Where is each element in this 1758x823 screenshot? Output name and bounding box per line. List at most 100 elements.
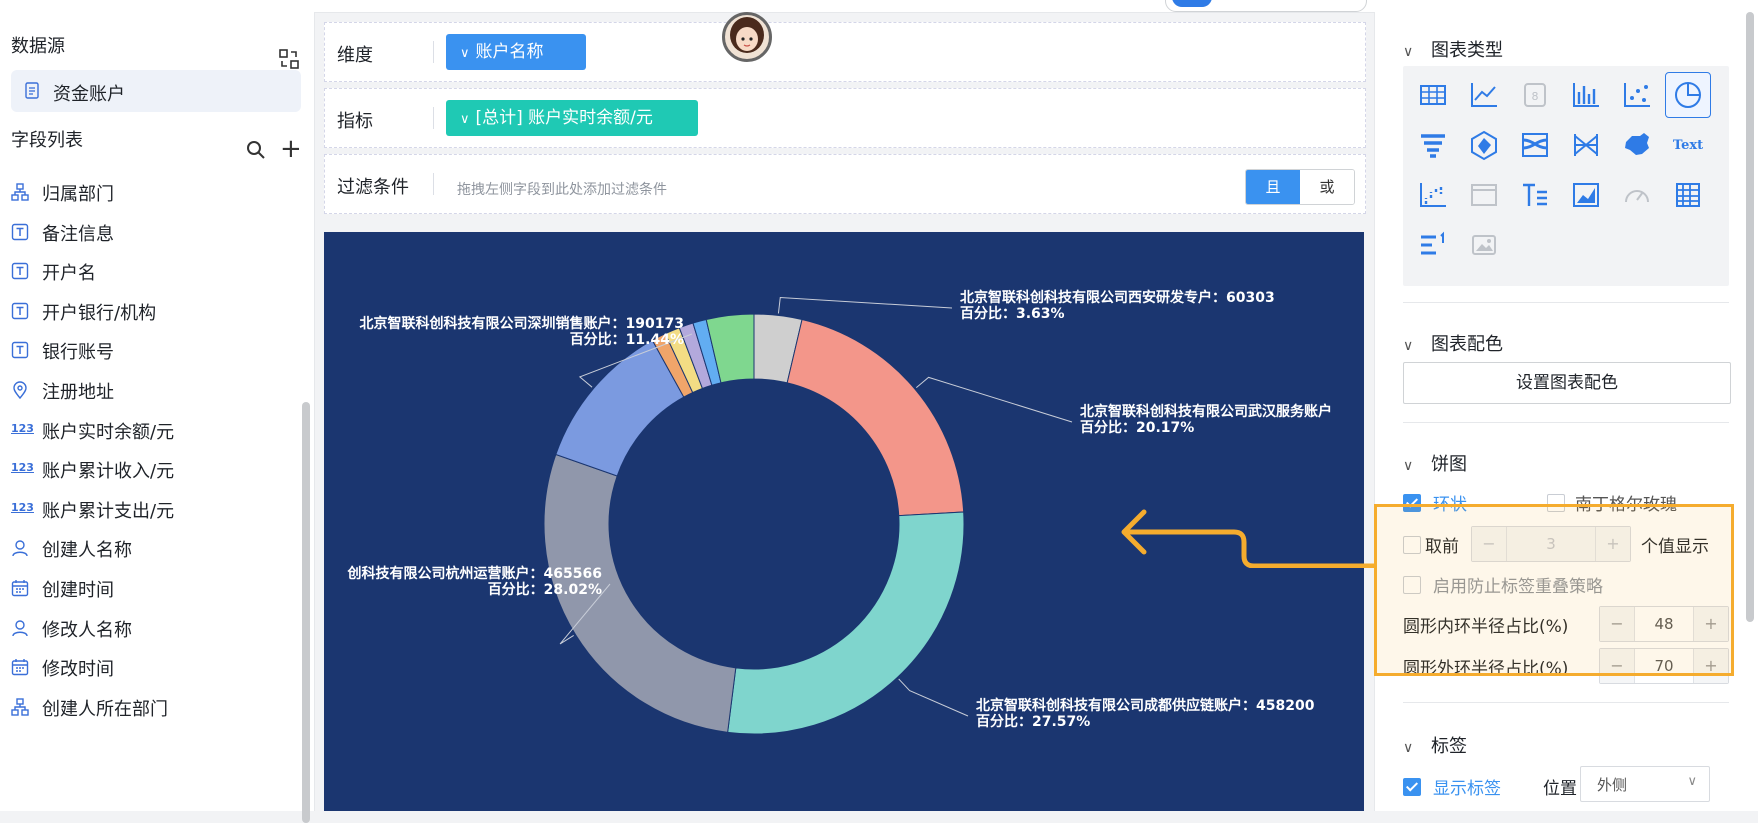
dimension-row[interactable]: 维度 ∨ 账户名称: [324, 22, 1366, 82]
pie-chart-icon[interactable]: [1665, 72, 1711, 118]
and-button[interactable]: 且: [1246, 170, 1300, 204]
document-icon: [25, 82, 39, 99]
set-color-button[interactable]: 设置图表配色: [1403, 362, 1731, 404]
field-item[interactable]: 归属部门: [0, 172, 300, 212]
datasource-item[interactable]: 资金账户: [11, 70, 301, 112]
search-icon[interactable]: [246, 140, 266, 160]
top-n-stepper[interactable]: − 3 +: [1471, 526, 1631, 562]
increase-button[interactable]: +: [1693, 607, 1728, 641]
china-map-icon[interactable]: [1614, 122, 1660, 168]
dimension-pill[interactable]: ∨ 账户名称: [446, 34, 586, 70]
chart-color-section[interactable]: ∨ 图表配色: [1403, 330, 1503, 356]
chart-type-glyph: [1522, 133, 1548, 157]
field-item-label: 开户银行/机构: [42, 302, 157, 324]
increase-button[interactable]: +: [1595, 527, 1630, 561]
radar-icon[interactable]: [1461, 122, 1507, 168]
indicator-icon[interactable]: 8: [1512, 72, 1558, 118]
filter-row[interactable]: 过滤条件 拖拽左侧字段到此处添加过滤条件 且 或: [324, 154, 1366, 214]
scatter-icon[interactable]: [1614, 72, 1660, 118]
html-icon[interactable]: [1461, 172, 1507, 218]
add-field-icon[interactable]: +: [280, 136, 302, 162]
outer-radius-stepper[interactable]: − 70 +: [1599, 648, 1729, 684]
field-item-label: 账户累计支出/元: [42, 500, 175, 522]
datasource-item-label: 资金账户: [53, 84, 125, 105]
switch-datasource-icon[interactable]: [278, 48, 300, 70]
pivot-table-icon[interactable]: [1665, 172, 1711, 218]
field-item[interactable]: 创建时间: [0, 568, 300, 608]
field-item[interactable]: 修改人名称: [0, 608, 300, 648]
relation-icon[interactable]: [1563, 122, 1609, 168]
pie-slice[interactable]: [786, 318, 965, 517]
field-item[interactable]: 开户银行/机构: [0, 291, 300, 331]
tag-section[interactable]: ∨ 标签: [1403, 732, 1467, 758]
area-icon[interactable]: [1563, 172, 1609, 218]
location-icon: [11, 381, 29, 400]
decrease-button[interactable]: −: [1600, 649, 1635, 683]
dimension-label: 维度: [337, 45, 373, 66]
ranking-icon[interactable]: [1410, 222, 1456, 268]
field-item-label: 账户累计收入/元: [42, 461, 175, 483]
anti-overlap-checkbox[interactable]: [1403, 576, 1421, 594]
funnel-icon[interactable]: [1410, 122, 1456, 168]
field-item[interactable]: 创建人所在部门: [0, 687, 300, 727]
number-icon: 123: [11, 500, 34, 514]
decrease-button[interactable]: −: [1600, 607, 1635, 641]
bar-chart-icon[interactable]: [1563, 72, 1609, 118]
anti-overlap-label: 启用防止标签重叠策略: [1433, 577, 1603, 597]
field-item-label: 注册地址: [42, 382, 114, 403]
field-item[interactable]: 123 账户累计支出/元: [0, 489, 300, 529]
field-item[interactable]: 创建人名称: [0, 528, 300, 568]
table-icon[interactable]: [1410, 72, 1456, 118]
chart-type-glyph: [1625, 190, 1649, 203]
field-item[interactable]: 备注信息: [0, 212, 300, 252]
gauge-icon[interactable]: [1614, 172, 1660, 218]
field-item[interactable]: 123 账户累计收入/元: [0, 449, 300, 489]
or-button[interactable]: 或: [1300, 170, 1354, 204]
chevron-down-icon: ∨: [1403, 338, 1414, 354]
top-n-suffix: 个值显示: [1641, 537, 1709, 557]
toggle-indicator: [1172, 0, 1212, 7]
metric-pill[interactable]: ∨ [总计] 账户实时余额/元: [446, 100, 698, 136]
increase-button[interactable]: +: [1693, 649, 1728, 683]
text-icon: [11, 223, 29, 241]
filter-logic-toggle[interactable]: 且 或: [1245, 169, 1355, 205]
field-item[interactable]: 注册地址: [0, 370, 300, 410]
text-icon: [11, 302, 29, 320]
field-item[interactable]: 修改时间: [0, 647, 300, 687]
rich-text-icon[interactable]: [1512, 172, 1558, 218]
left-scrollbar[interactable]: [302, 402, 310, 823]
user-avatar[interactable]: [722, 12, 772, 62]
annotation-arrow: [1121, 509, 1374, 568]
sankey-icon[interactable]: [1512, 122, 1558, 168]
top-toggle-button[interactable]: [1165, 0, 1367, 12]
field-item[interactable]: 123 账户实时余额/元: [0, 410, 300, 450]
chart-type-glyph: [1420, 85, 1446, 105]
field-item[interactable]: 银行账号: [0, 330, 300, 370]
field-item[interactable]: 开户名: [0, 251, 300, 291]
metric-row[interactable]: 指标 ∨ [总计] 账户实时余额/元: [324, 88, 1366, 148]
word-cloud-icon[interactable]: Text: [1665, 122, 1711, 168]
inner-radius-stepper[interactable]: − 48 +: [1599, 606, 1729, 642]
right-scrollbar[interactable]: [1746, 12, 1754, 622]
position-select[interactable]: 外侧 ∨: [1580, 766, 1710, 802]
field-item-label: 修改人名称: [42, 619, 132, 641]
line-chart-icon[interactable]: [1461, 72, 1507, 118]
divider: [433, 41, 434, 63]
pie-slice[interactable]: [727, 511, 965, 735]
decrease-button[interactable]: −: [1472, 527, 1507, 561]
user-icon: [11, 539, 29, 557]
pie-section[interactable]: ∨ 饼图: [1403, 450, 1467, 476]
top-n-checkbox[interactable]: [1403, 536, 1421, 554]
chart-type-section[interactable]: ∨ 图表类型: [1403, 36, 1503, 62]
waterfall-icon[interactable]: [1410, 172, 1456, 218]
position-value: 外侧: [1597, 776, 1628, 794]
rose-checkbox[interactable]: [1547, 494, 1565, 512]
show-label-checkbox[interactable]: [1403, 778, 1421, 796]
image-icon[interactable]: [1461, 222, 1507, 268]
slice-label: 北京智联科创科技有限公司深圳销售账户：190173: [360, 315, 684, 332]
slice-label: 百分比：27.57%: [976, 713, 1090, 730]
filter-hint: 拖拽左侧字段到此处添加过滤条件: [457, 182, 667, 198]
avatar-face-icon: [730, 17, 764, 53]
ring-checkbox[interactable]: [1403, 494, 1421, 512]
position-label: 位置: [1543, 779, 1577, 799]
